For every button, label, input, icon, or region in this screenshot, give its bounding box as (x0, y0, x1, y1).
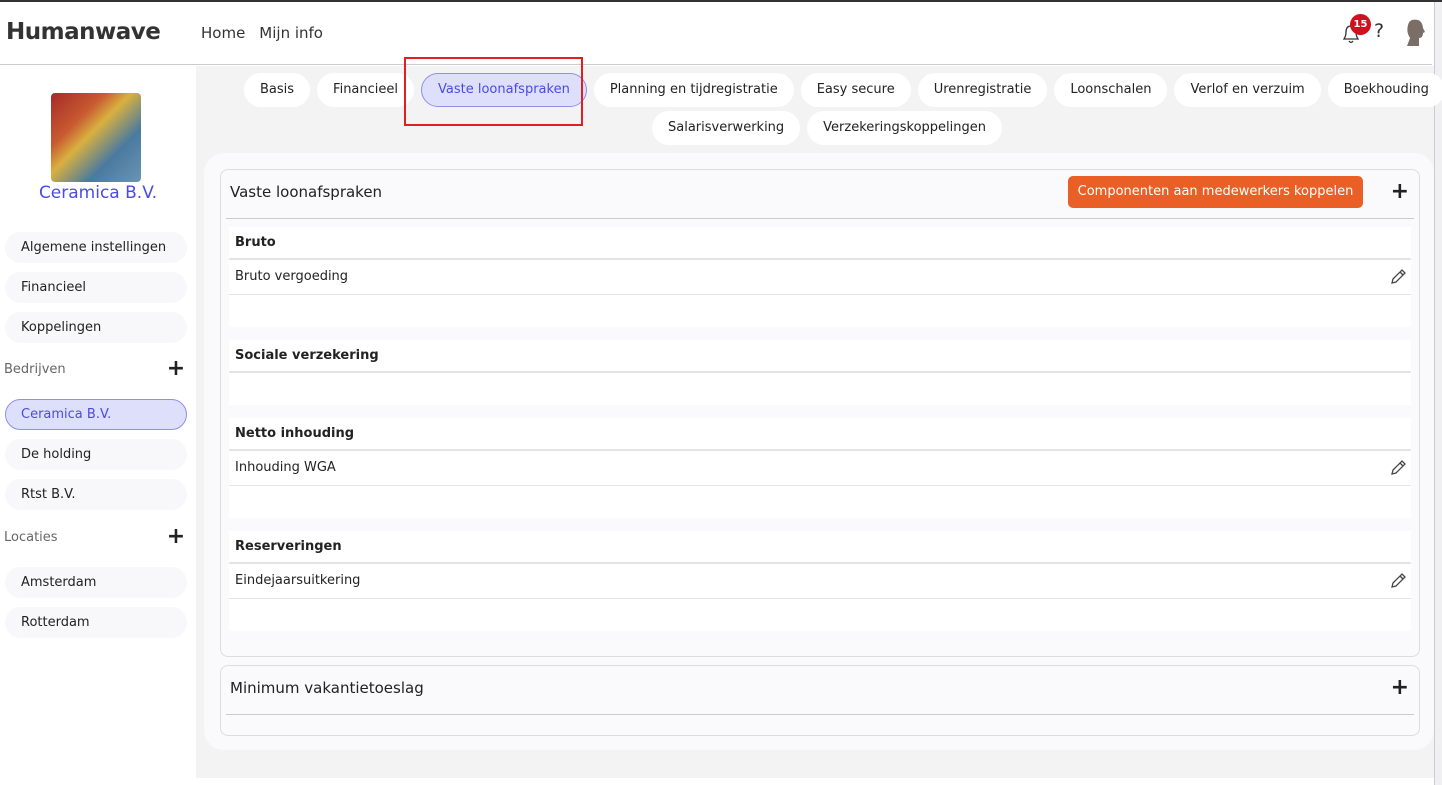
sidebar-item-amsterdam[interactable]: Amsterdam (5, 567, 187, 598)
locaties-label: Locaties (4, 530, 58, 545)
tab-easy-secure[interactable]: Easy secure (800, 73, 911, 107)
help-icon[interactable]: ? (1374, 20, 1384, 42)
tab-boekhouding[interactable]: Boekhouding (1327, 73, 1442, 107)
company-name: Ceramica B.V. (38, 183, 158, 203)
tab-basis[interactable]: Basis (244, 73, 311, 107)
vaste-loonafspraken-card: Vaste loonafspraken Componenten aan mede… (220, 169, 1420, 657)
list-item[interactable]: Eindejaarsuitkering (229, 564, 1411, 599)
componenten-koppelen-button[interactable]: Componenten aan medewerkers koppelen (1068, 176, 1363, 208)
top-nav: Home Mijn info (201, 24, 323, 42)
section-header-sociale-verzekering: Sociale verzekering (229, 340, 1411, 373)
company-logo (51, 93, 141, 182)
active-tab-highlight (404, 57, 583, 126)
logo[interactable]: Humanwave (6, 19, 161, 45)
sidebar: Ceramica B.V. Algemene instellingen Fina… (0, 73, 196, 785)
list-item[interactable]: Inhouding WGA (229, 451, 1411, 486)
pencil-icon[interactable] (1389, 572, 1407, 590)
tab-planning[interactable]: Planning en tijdregistratie (593, 73, 794, 107)
minimum-vakantietoeslag-card: Minimum vakantietoeslag + (220, 665, 1420, 736)
tab-salarisverwerking[interactable]: Salarisverwerking (652, 111, 801, 145)
notification-badge[interactable]: 15 (1350, 14, 1371, 35)
empty-row (229, 295, 1411, 327)
item-label: Bruto vergoeding (235, 269, 349, 284)
scrollbar[interactable] (1434, 2, 1442, 785)
add-vakantietoeslag-button[interactable]: + (1391, 675, 1409, 700)
section-header-reserveringen: Reserveringen (229, 531, 1411, 564)
empty-row (229, 373, 1411, 405)
sidebar-item-rtst[interactable]: Rtst B.V. (5, 479, 187, 510)
pencil-icon[interactable] (1389, 459, 1407, 477)
item-label: Inhouding WGA (235, 460, 336, 475)
card-title: Minimum vakantietoeslag (230, 679, 424, 697)
tab-bar-row2: Salarisverwerking Verzekeringskoppelinge… (652, 111, 1002, 145)
user-avatar-icon[interactable] (1404, 18, 1426, 48)
sidebar-item-koppelingen[interactable]: Koppelingen (5, 312, 187, 343)
add-locatie-button[interactable]: + (164, 524, 188, 549)
divider (226, 218, 1414, 219)
divider (226, 714, 1414, 715)
tab-loonschalen[interactable]: Loonschalen (1054, 73, 1168, 107)
card-title: Vaste loonafspraken (230, 183, 383, 201)
sidebar-item-de-holding[interactable]: De holding (5, 439, 187, 470)
empty-row (229, 486, 1411, 518)
sidebar-item-rotterdam[interactable]: Rotterdam (5, 607, 187, 638)
pencil-icon[interactable] (1389, 268, 1407, 286)
item-label: Eindejaarsuitkering (235, 573, 361, 588)
nav-mijn-info[interactable]: Mijn info (259, 24, 323, 42)
sidebar-item-financieel[interactable]: Financieel (5, 272, 187, 303)
empty-row (229, 599, 1411, 631)
add-component-button[interactable]: + (1391, 179, 1409, 204)
add-bedrijf-button[interactable]: + (164, 356, 188, 381)
nav-home[interactable]: Home (201, 24, 245, 42)
bedrijven-label: Bedrijven (4, 362, 66, 377)
section-header-netto-inhouding: Netto inhouding (229, 418, 1411, 451)
tab-financieel[interactable]: Financieel (317, 73, 415, 107)
tab-verlof[interactable]: Verlof en verzuim (1174, 73, 1321, 107)
tab-verzekeringskoppelingen[interactable]: Verzekeringskoppelingen (807, 111, 1002, 145)
section-header-bruto: Bruto (229, 227, 1411, 260)
sidebar-item-algemene-instellingen[interactable]: Algemene instellingen (5, 232, 187, 263)
sidebar-item-ceramica[interactable]: Ceramica B.V. (5, 399, 187, 430)
tab-urenregistratie[interactable]: Urenregistratie (917, 73, 1048, 107)
list-item[interactable]: Bruto vergoeding (229, 260, 1411, 295)
app-header: Humanwave Home Mijn info (0, 2, 1432, 65)
